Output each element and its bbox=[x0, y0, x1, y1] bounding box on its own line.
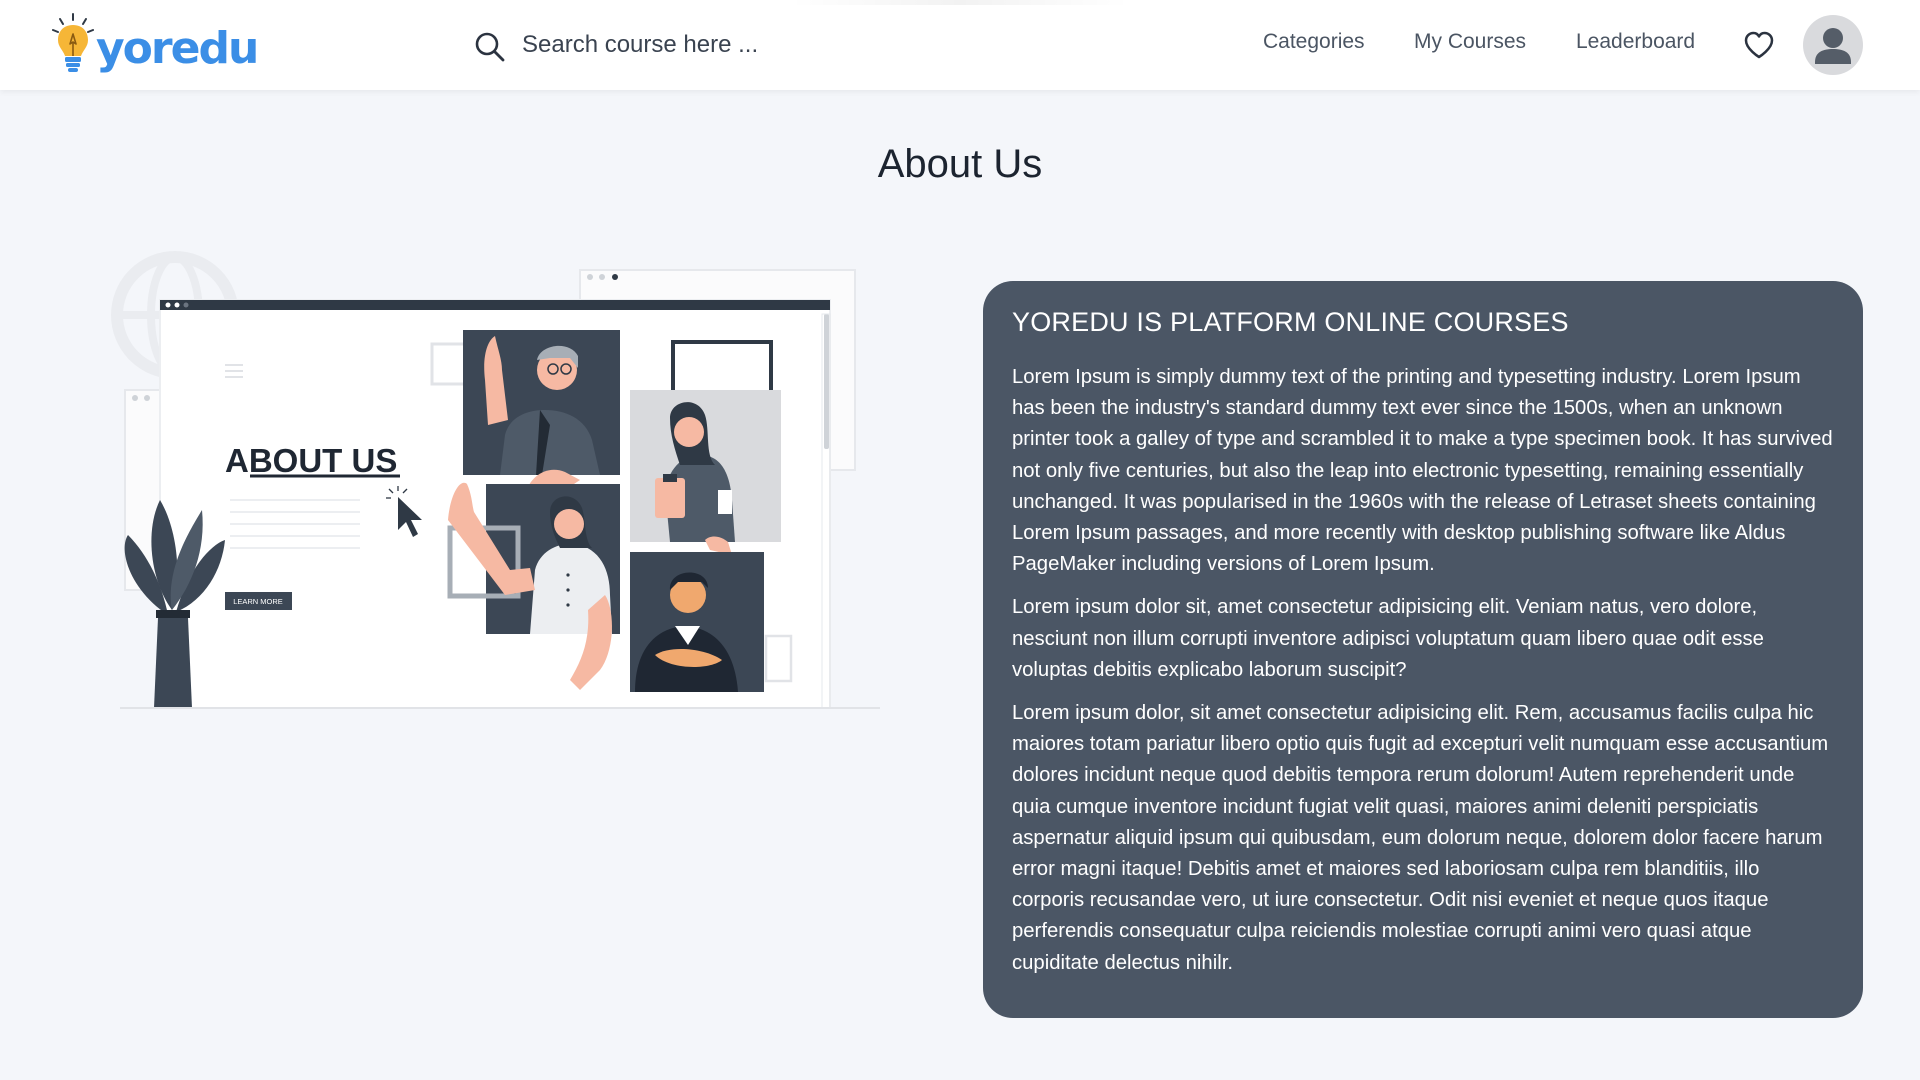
illustration-heading: ABOUT US bbox=[225, 442, 397, 479]
search-icon[interactable] bbox=[474, 31, 506, 63]
card-heading: YOREDU IS PLATFORM ONLINE COURSES bbox=[1012, 307, 1569, 337]
illustration-learn-more: LEARN MORE bbox=[233, 597, 283, 606]
top-navbar: yoredu Categories My Courses Leaderboard bbox=[0, 0, 1920, 90]
heart-icon[interactable] bbox=[1743, 30, 1775, 60]
brand-logo[interactable]: yoredu bbox=[52, 12, 259, 78]
search-input[interactable] bbox=[522, 24, 942, 66]
lightbulb-icon bbox=[52, 13, 94, 72]
brand-name: yoredu bbox=[96, 22, 259, 74]
card-paragraph-1: Lorem Ipsum is simply dummy text of the … bbox=[1012, 366, 1833, 576]
user-avatar-icon bbox=[1815, 28, 1851, 64]
about-us-illustration: ABOUT US LEARN MORE bbox=[111, 251, 880, 709]
nav-link-leaderboard[interactable]: Leaderboard bbox=[1576, 30, 1695, 54]
card-paragraph-3: Lorem ipsum dolor, sit amet consectetur … bbox=[1012, 702, 1829, 974]
user-avatar[interactable] bbox=[1803, 15, 1863, 75]
nav-link-categories[interactable]: Categories bbox=[1263, 30, 1365, 54]
card-paragraph-2: Lorem ipsum dolor sit, amet consectetur … bbox=[1012, 596, 1764, 681]
nav-link-my-courses[interactable]: My Courses bbox=[1414, 30, 1526, 54]
page-title: About Us bbox=[877, 142, 1043, 186]
about-info-card: YOREDU IS PLATFORM ONLINE COURSES Lorem … bbox=[983, 281, 1863, 1018]
navbar-shadow-accent bbox=[790, 0, 1130, 5]
